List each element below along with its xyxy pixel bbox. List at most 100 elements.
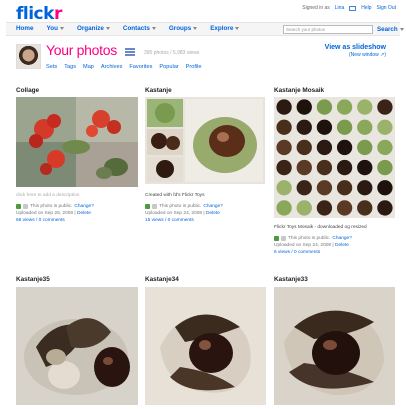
change-privacy-link[interactable]: Change?	[332, 235, 351, 242]
mosaic-tile	[276, 99, 292, 115]
delete-link[interactable]: Delete	[77, 211, 91, 216]
upload-date: Uploaded on Sep 24, 2008	[274, 243, 332, 248]
public-checkbox-icon[interactable]	[145, 204, 150, 209]
subnav-profile[interactable]: Profile	[186, 64, 202, 70]
help-link[interactable]: Help	[361, 5, 371, 11]
nav-you[interactable]: You	[47, 25, 64, 32]
mosaic-tile	[336, 159, 353, 176]
nav-groups[interactable]: Groups	[169, 25, 198, 32]
delete-link[interactable]: Delete	[335, 243, 349, 248]
chevron-down-icon	[151, 27, 156, 30]
avatar[interactable]	[16, 44, 41, 69]
chevron-down-icon	[399, 28, 404, 31]
subnav-archives[interactable]: Archives	[101, 64, 122, 70]
flickr-logo[interactable]: flickr	[16, 4, 62, 24]
mosaic-tile	[357, 99, 373, 115]
mosaic-tile	[316, 200, 333, 216]
privacy-text: This photo is public.	[288, 236, 331, 241]
mosaic-tile	[357, 139, 373, 156]
mail-icon[interactable]	[349, 5, 357, 11]
family-checkbox-icon[interactable]	[281, 236, 286, 241]
subnav-map[interactable]: Map	[83, 64, 94, 70]
collage-image	[16, 97, 138, 187]
account-links: Signed in as Lina Help Sign Out	[302, 5, 396, 11]
mosaic-tile	[296, 200, 312, 216]
mosaic-tile	[377, 180, 393, 196]
mosaic-image	[274, 97, 395, 218]
mosaic-tile	[377, 119, 393, 135]
photo-title[interactable]: Kastanje33	[274, 276, 308, 283]
slideshow-label[interactable]: View as slideshow	[325, 44, 386, 51]
public-checkbox-icon[interactable]	[274, 236, 279, 241]
nav-organize[interactable]: Organize	[77, 25, 110, 32]
privacy-text: This photo is public.	[30, 204, 73, 209]
page-title: Your photos	[46, 42, 117, 58]
main-nav: Home You Organize Contacts Groups Explor…	[6, 22, 404, 36]
mosaic-tile	[276, 119, 292, 135]
photo-title[interactable]: Kastanje34	[145, 276, 179, 283]
upload-date: Uploaded on Sep 24, 2008	[145, 211, 203, 216]
mosaic-tile	[296, 119, 312, 135]
photo-title[interactable]: Collage	[16, 87, 39, 94]
subnav-sets[interactable]: Sets	[46, 64, 57, 70]
change-privacy-link[interactable]: Change?	[74, 203, 93, 210]
kastanje-collage-image	[145, 97, 265, 184]
photo-stats[interactable]: 15 views / 0 comments	[145, 218, 194, 223]
mosaic-tile	[316, 119, 333, 135]
username-link[interactable]: Lina	[335, 5, 344, 11]
subnav-tags[interactable]: Tags	[64, 64, 76, 70]
kastanje34-image	[145, 287, 266, 405]
mosaic-tile	[377, 139, 393, 156]
photo-count: 395 photos / 5,983 views	[144, 50, 200, 56]
slideshow-link[interactable]: View as slideshow (New window ↗)	[325, 44, 386, 58]
photo-title[interactable]: Kastanje	[145, 87, 172, 94]
kastanje35-image	[16, 287, 138, 405]
mosaic-tile	[276, 139, 292, 156]
chevron-down-icon	[193, 27, 198, 30]
mosaic-tile	[316, 180, 333, 196]
mosaic-tile	[296, 180, 312, 196]
photo-stats[interactable]: 6 views / 0 comments	[274, 250, 320, 255]
nav-home[interactable]: Home	[16, 25, 34, 32]
signout-link[interactable]: Sign Out	[377, 5, 396, 11]
profile-subnav: Sets Tags Map Archives Favorites Popular…	[46, 64, 202, 70]
family-checkbox-icon[interactable]	[23, 204, 28, 209]
photo-thumbnail[interactable]	[16, 97, 138, 187]
mosaic-tile	[336, 200, 353, 216]
slideshow-sublabel[interactable]: (New window ↗)	[325, 52, 386, 58]
search-button[interactable]: Search	[377, 26, 404, 33]
photo-thumbnail[interactable]	[16, 287, 138, 405]
change-privacy-link[interactable]: Change?	[203, 203, 222, 210]
chevron-down-icon	[59, 27, 64, 30]
add-description-link[interactable]: click here to add a description	[16, 192, 94, 199]
nav-contacts[interactable]: Contacts	[123, 25, 156, 32]
mosaic-tile	[296, 159, 312, 176]
photo-thumbnail[interactable]	[145, 287, 266, 405]
mosaic-tile	[357, 200, 373, 216]
mosaic-tile	[357, 180, 373, 196]
nav-explore[interactable]: Explore	[210, 25, 240, 32]
photo-stats[interactable]: 65 views / 0 comments	[16, 218, 65, 223]
mosaic-tile	[316, 159, 333, 176]
mosaic-tile	[336, 119, 353, 135]
photo-thumbnail[interactable]	[274, 287, 395, 405]
mosaic-tile	[377, 99, 393, 115]
photo-title[interactable]: Kastanje Mosaik	[274, 87, 324, 94]
subnav-popular[interactable]: Popular	[159, 64, 178, 70]
chevron-down-icon	[105, 27, 110, 30]
mosaic-tile	[336, 139, 353, 156]
mosaic-tile	[357, 159, 373, 176]
grid-view-icon[interactable]	[125, 48, 135, 56]
subnav-favorites[interactable]: Favorites	[129, 64, 152, 70]
mosaic-tile	[336, 99, 353, 115]
photo-title[interactable]: Kastanje35	[16, 276, 50, 283]
search-input[interactable]: Search your photos	[283, 25, 373, 34]
photo-thumbnail[interactable]	[274, 97, 395, 218]
public-checkbox-icon[interactable]	[16, 204, 21, 209]
kastanje33-image	[274, 287, 395, 405]
photo-description: Created with fd's Flickr Toys	[145, 193, 205, 198]
photo-thumbnail[interactable]	[145, 97, 265, 184]
mosaic-tile	[377, 200, 393, 216]
family-checkbox-icon[interactable]	[152, 204, 157, 209]
delete-link[interactable]: Delete	[206, 211, 220, 216]
